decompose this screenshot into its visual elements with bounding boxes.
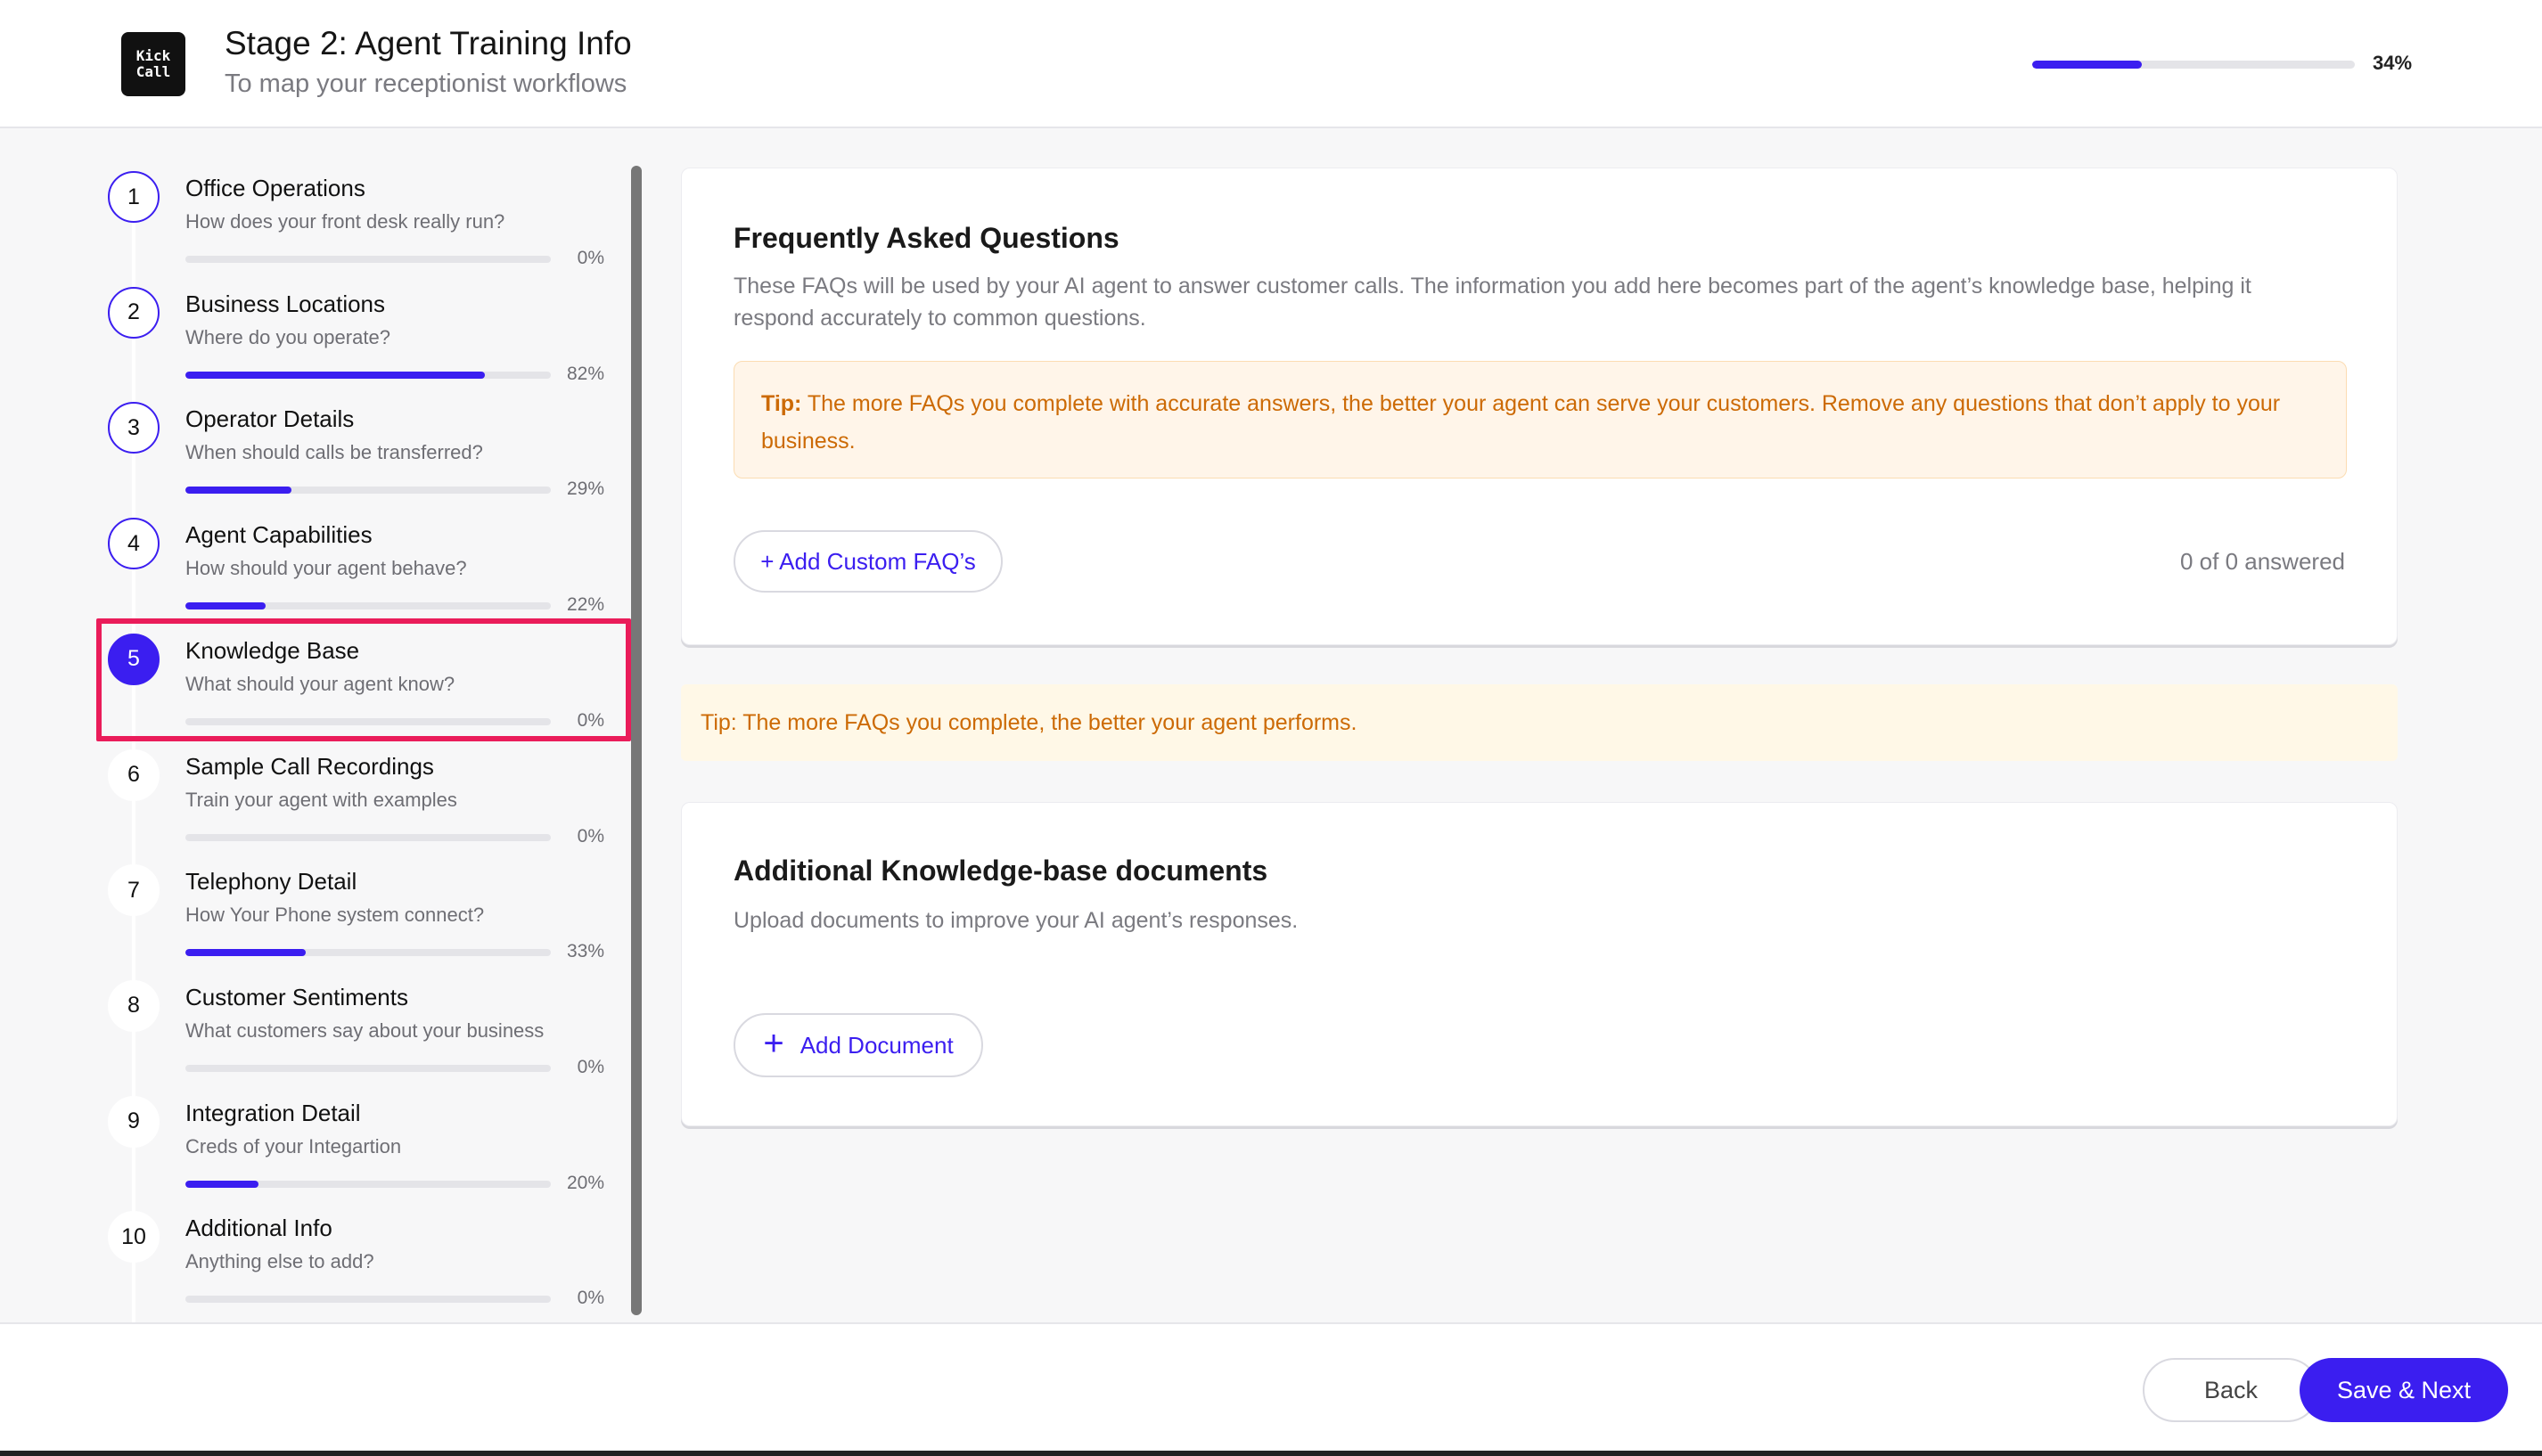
step-description: What customers say about your business	[185, 1018, 545, 1042]
faq-tip-label: Tip:	[761, 391, 802, 416]
step-title: Integration Detail	[185, 1099, 361, 1126]
steps-sidebar: 1 Office Operations How does your front de…	[0, 130, 651, 1324]
sidebar-step-5[interactable]: 5 Knowledge Base What should your agent kn…	[0, 596, 624, 731]
step-description: How should your agent behave?	[185, 557, 467, 580]
step-description: Anything else to add?	[185, 1250, 374, 1273]
page-title: Stage 2: Agent Training Info	[225, 25, 632, 61]
overall-progress-label: 34%	[2373, 52, 2413, 74]
save-next-button[interactable]: Save & Next	[2300, 1358, 2508, 1422]
sidebar-scrollbar[interactable]	[631, 166, 642, 1315]
step-description: What should your agent know?	[185, 672, 455, 695]
step-number-badge: 9	[108, 1095, 160, 1148]
faq-tip-box: Tip: The more FAQs you complete with acc…	[734, 361, 2347, 479]
sidebar-step-2[interactable]: 2 Business Locations Where do you operate?…	[0, 249, 624, 384]
sidebar-step-6[interactable]: 6 Sample Call Recordings Train your agent …	[0, 712, 624, 847]
documents-card: Additional Knowledge-base documents Uplo…	[681, 802, 2398, 1126]
step-description: When should calls be transferred?	[185, 441, 483, 464]
answered-count: 0 of 0 answered	[2179, 548, 2345, 575]
sidebar-step-8[interactable]: 8 Customer Sentiments What customers say a…	[0, 943, 624, 1077]
step-number-badge: 7	[108, 864, 160, 917]
step-number-badge: 4	[108, 518, 160, 570]
step-title: Agent Capabilities	[185, 521, 373, 549]
step-number-badge: 6	[108, 748, 160, 801]
logo-line-1: Kick	[135, 47, 171, 64]
sidebar-step-10[interactable]: 10 Additional Info Anything else to add? 0%	[0, 1174, 624, 1308]
footer: Back Save & Next	[0, 1322, 2542, 1452]
back-button[interactable]: Back	[2143, 1358, 2319, 1422]
step-progress-label: 0%	[577, 1288, 604, 1309]
step-number-badge: 8	[108, 979, 160, 1032]
sidebar-step-1[interactable]: 1 Office Operations How does your front de…	[0, 134, 624, 268]
step-description: How Your Phone system connect?	[185, 904, 485, 927]
overall-progress-fill	[2032, 61, 2143, 69]
step-number-badge: 1	[108, 171, 160, 223]
step-title: Customer Sentiments	[185, 983, 408, 1010]
faq-card: Frequently Asked Questions These FAQs wi…	[681, 168, 2398, 645]
plus-icon: +	[763, 1024, 784, 1063]
step-title: Office Operations	[185, 175, 365, 201]
window-bottom-edge	[0, 1451, 2542, 1456]
add-custom-faq-button[interactable]: + Add Custom FAQ’s	[734, 530, 1003, 593]
step-number-badge: 2	[108, 286, 160, 339]
step-number-badge: 5	[108, 633, 160, 685]
add-document-label: Add Document	[800, 1031, 954, 1059]
step-title: Operator Details	[185, 405, 355, 433]
step-title: Sample Call Recordings	[185, 752, 434, 780]
step-number-badge: 3	[108, 402, 160, 454]
step-title: Business Locations	[185, 290, 386, 317]
header: Kick Call Stage 2: Agent Training Info T…	[0, 0, 2542, 128]
kickcall-logo: Kick Call	[121, 32, 185, 96]
step-progress-bar	[185, 1296, 551, 1304]
step-number-badge: 10	[108, 1211, 160, 1264]
step-title: Telephony Detail	[185, 868, 357, 896]
faq-title: Frequently Asked Questions	[734, 222, 1119, 254]
documents-description: Upload documents to improve your AI agen…	[734, 908, 1299, 933]
step-description: How does your front desk really run?	[185, 210, 505, 233]
step-description: Train your agent with examples	[185, 788, 457, 811]
add-document-button[interactable]: + Add Document	[734, 1013, 983, 1077]
sidebar-step-7[interactable]: 7 Telephony Detail How Your Phone system c…	[0, 827, 624, 961]
sidebar-step-4[interactable]: 4 Agent Capabilities How should your agent…	[0, 480, 624, 615]
sidebar-step-3[interactable]: 3 Operator Details When should calls be tr…	[0, 364, 624, 499]
step-description: Where do you operate?	[185, 325, 390, 348]
tip-banner: Tip: The more FAQs you complete, the bet…	[681, 684, 2398, 761]
faq-description: These FAQs will be used by your AI agent…	[734, 274, 2251, 331]
step-description: Creds of your Integartion	[185, 1134, 402, 1157]
step-title: Knowledge Base	[185, 636, 360, 664]
faq-tip-text: The more FAQs you complete with accurate…	[761, 391, 2281, 454]
step-title: Additional Info	[185, 1215, 332, 1242]
logo-line-2: Call	[135, 63, 171, 80]
overall-progress-bar	[2032, 61, 2355, 69]
documents-title: Additional Knowledge-base documents	[734, 855, 1268, 887]
page-subtitle: To map your receptionist workflows	[225, 70, 627, 98]
sidebar-step-9[interactable]: 9 Integration Detail Creds of your Integar…	[0, 1059, 624, 1193]
